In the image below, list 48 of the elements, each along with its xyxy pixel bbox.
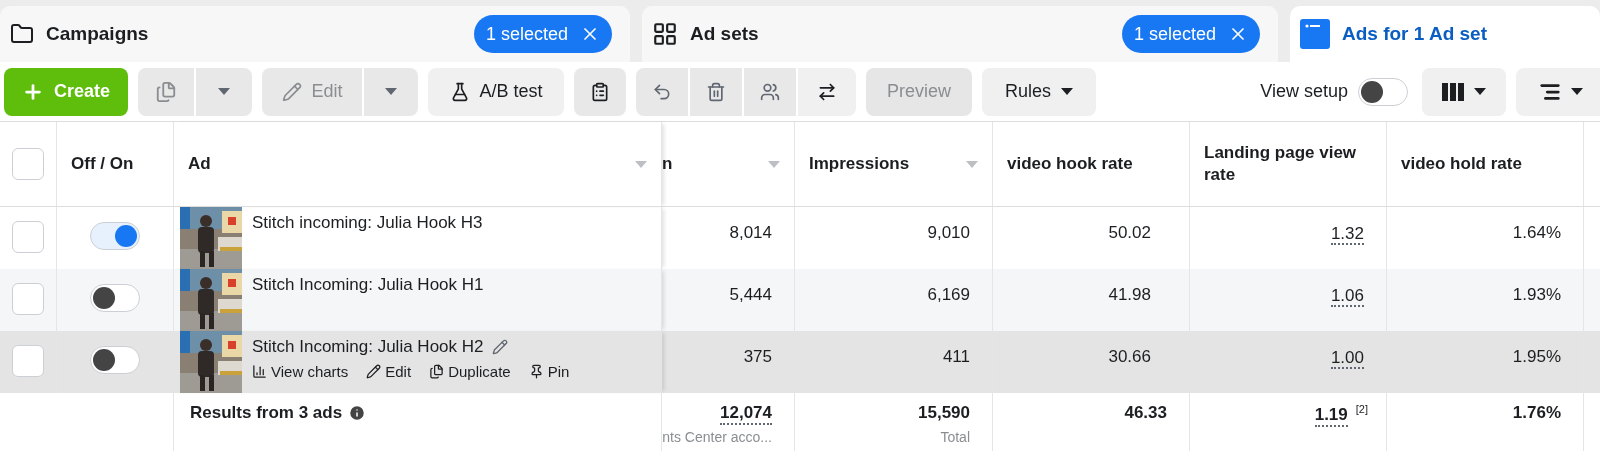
tab[interactable]: Ad sets 1 selected <box>642 6 1278 62</box>
total-value: 1.19 <box>1314 404 1348 427</box>
table-row[interactable]: Stitch Incoming: Julia Hook H1 5,444 6,169 41.98 1.06 1.93% <box>0 269 1600 331</box>
total-caption: nts Center acco... <box>662 429 772 445</box>
table-cell: 1.93% <box>1512 285 1561 305</box>
selection-badge[interactable]: 1 selected <box>473 15 612 53</box>
table-cell: 1.64% <box>1512 223 1561 243</box>
table-cell: 9,010 <box>927 223 970 243</box>
column-header[interactable]: Ad <box>188 152 627 176</box>
column-header[interactable]: Off / On <box>71 152 159 176</box>
total-value: 1.76% <box>1512 403 1561 422</box>
rules-button[interactable]: Rules <box>982 67 1097 116</box>
row-action-link[interactable]: Pin <box>528 363 570 380</box>
table-cell: 1.32 <box>1330 225 1364 245</box>
total-value: 15,590 <box>918 403 970 422</box>
view-setup-label: View setup <box>1260 81 1348 102</box>
table-cell: 8,014 <box>729 223 772 243</box>
column-header[interactable]: Landing page view rate <box>1204 141 1372 187</box>
total-caption: Total <box>940 429 970 445</box>
table-cell: 411 <box>942 347 970 367</box>
table-cell: 50.02 <box>1108 223 1151 243</box>
table-row[interactable]: Stitch Incoming: Julia Hook H2 View charts Edit Duplicate Pin 375 411 30.66 1.00 1.95% <box>0 331 1600 393</box>
table-cell: 375 <box>743 347 772 367</box>
total-value: 46.33 <box>1124 403 1167 422</box>
row-action-link[interactable]: Edit <box>366 363 412 380</box>
row-action-link[interactable]: View charts <box>252 363 349 380</box>
ad-name[interactable]: Stitch Incoming: Julia Hook H2 <box>252 337 570 357</box>
selection-badge[interactable]: 1 selected <box>1121 15 1260 53</box>
ad-name[interactable]: Stitch Incoming: Julia Hook H1 <box>252 275 484 295</box>
table-cell: 1.95% <box>1512 347 1561 367</box>
column-header[interactable]: video hold rate <box>1401 152 1569 176</box>
results-summary: Results from 3 ads <box>190 403 367 423</box>
table-cell: 41.98 <box>1108 285 1151 305</box>
table-cell: 30.66 <box>1108 347 1151 367</box>
tab[interactable]: Ads for 1 Ad set <box>1290 6 1600 62</box>
table-cell: 1.06 <box>1330 287 1364 307</box>
tab[interactable]: Campaigns 1 selected <box>0 6 630 62</box>
column-header[interactable]: video hook rate <box>1007 152 1175 176</box>
column-header[interactable]: Impressions <box>809 152 958 176</box>
table-cell: 1.00 <box>1330 349 1364 369</box>
column-header[interactable]: n <box>662 152 760 176</box>
table-cell: 6,169 <box>927 285 970 305</box>
footnote-mark: [2] <box>1355 403 1368 415</box>
ad-name[interactable]: Stitch incoming: Julia Hook H3 <box>252 213 483 233</box>
row-action-link[interactable]: Duplicate <box>429 363 511 380</box>
total-value: 12,074 <box>720 403 772 425</box>
ab-test-button[interactable]: A/B test <box>428 67 565 116</box>
table-cell: 5,444 <box>729 285 772 305</box>
